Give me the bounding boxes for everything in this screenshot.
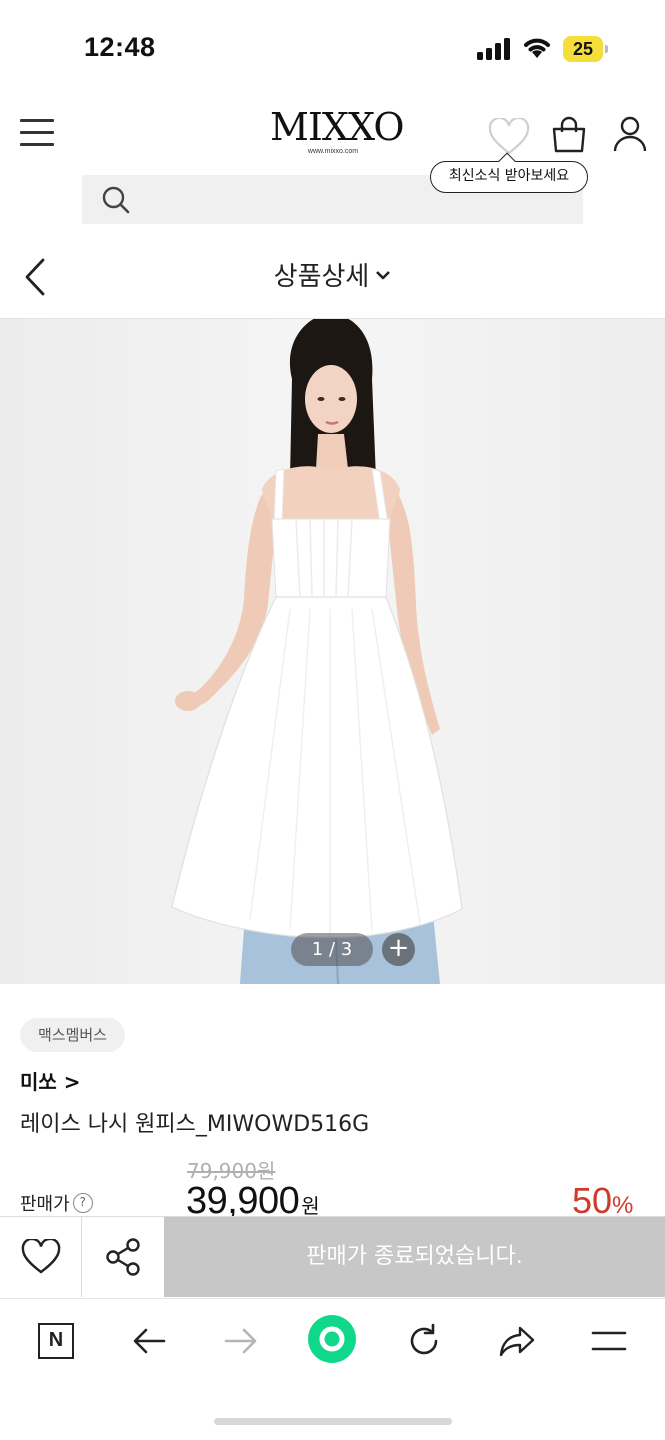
signal-icon — [477, 38, 511, 60]
refresh-button[interactable] — [399, 1319, 449, 1363]
naver-n-icon: N — [38, 1323, 74, 1359]
image-counter: 1 / 3 — [291, 933, 373, 966]
share-page-button[interactable] — [492, 1319, 542, 1363]
search-icon[interactable] — [100, 184, 132, 216]
green-dot-button[interactable] — [307, 1314, 357, 1364]
soldout-button[interactable]: 판매가 종료되었습니다. — [164, 1217, 665, 1297]
wifi-icon — [524, 38, 550, 58]
model-illustration — [0, 319, 665, 984]
newsletter-tooltip[interactable]: 최신소식 받아보세요 — [430, 161, 588, 193]
heart-icon — [21, 1239, 60, 1274]
forward-button[interactable] — [216, 1319, 266, 1363]
refresh-icon — [410, 1323, 438, 1355]
battery-level: 25 — [563, 36, 603, 62]
chevron-down-icon — [376, 270, 391, 279]
shopping-bag-icon[interactable] — [551, 116, 587, 154]
hamburger-icon — [591, 1331, 627, 1351]
browser-menu-button[interactable] — [584, 1319, 634, 1363]
sale-price-unit: 원 — [301, 1194, 320, 1218]
wishlist-heart-icon[interactable] — [488, 118, 530, 156]
naver-home-button[interactable]: N — [31, 1319, 81, 1363]
member-badge: 맥스멤버스 — [20, 1018, 125, 1052]
brand-link[interactable]: 미쏘 > — [20, 1066, 81, 1095]
share-icon — [106, 1238, 140, 1276]
price-label: 판매가 ? — [20, 1190, 93, 1216]
page-title[interactable]: 상품상세 — [0, 256, 665, 293]
page-title-text: 상품상세 — [273, 262, 370, 292]
home-indicator[interactable] — [214, 1418, 452, 1425]
logo-text: MIXXO — [270, 105, 405, 149]
arrow-left-icon — [133, 1328, 166, 1354]
zoom-plus-button[interactable]: + — [382, 933, 415, 966]
discount-value: 50 — [572, 1180, 613, 1221]
status-time: 12:48 — [84, 32, 156, 62]
share-button[interactable] — [82, 1217, 164, 1297]
menu-icon[interactable] — [20, 117, 54, 149]
battery-icon: 25 — [563, 36, 609, 62]
status-bar: 12:48 25 — [0, 0, 665, 100]
mixxo-logo[interactable]: MIXXO www.mixxo.com — [270, 105, 405, 158]
wish-button[interactable] — [0, 1217, 82, 1297]
arrow-right-icon — [224, 1328, 257, 1354]
green-dot-icon — [308, 1315, 356, 1363]
price-label-text: 판매가 — [20, 1194, 70, 1215]
product-name: 레이스 나시 원피스_MIWOWD516G — [20, 1112, 370, 1137]
user-icon[interactable] — [613, 115, 647, 153]
product-image[interactable] — [0, 319, 665, 984]
purchase-bar: 판매가 종료되었습니다. — [0, 1216, 665, 1297]
back-button[interactable] — [124, 1319, 174, 1363]
help-question-icon[interactable]: ? — [72, 1193, 93, 1213]
share-arrow-icon — [499, 1326, 535, 1357]
discount-unit: % — [612, 1192, 634, 1219]
logo-url: www.mixxo.com — [307, 148, 359, 155]
